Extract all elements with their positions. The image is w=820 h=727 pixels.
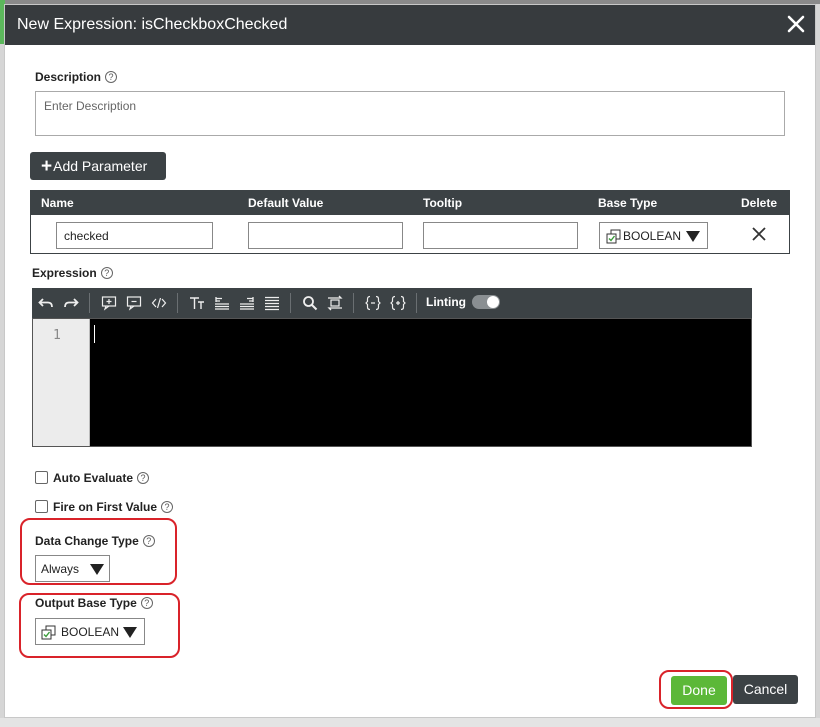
- justify-icon[interactable]: [264, 295, 280, 311]
- description-label: Description: [35, 70, 102, 84]
- help-icon[interactable]: ?: [100, 267, 113, 279]
- help-icon[interactable]: ?: [142, 535, 155, 547]
- boolean-type-icon: [41, 625, 56, 640]
- boolean-type-icon: [606, 229, 621, 244]
- column-header-tooltip: Tooltip: [423, 196, 463, 210]
- close-icon[interactable]: [785, 13, 807, 35]
- replace-icon[interactable]: [327, 295, 343, 311]
- parameters-table: Name Default Value Tooltip Base Type Del…: [30, 190, 790, 254]
- dialog-title: New Expression: isCheckboxChecked: [17, 16, 288, 33]
- text-size-icon[interactable]: [189, 295, 205, 311]
- data-change-type-value: Always: [41, 562, 80, 576]
- fire-on-first-value-checkbox[interactable]: [35, 500, 48, 513]
- line-number-gutter: 1: [33, 319, 90, 446]
- undo-icon[interactable]: [38, 295, 54, 311]
- text-cursor: [94, 325, 95, 343]
- auto-evaluate-row: Auto Evaluate?: [35, 471, 150, 485]
- parameter-base-type-select[interactable]: BOOLEAN: [599, 222, 708, 249]
- toolbar-separator: [89, 293, 90, 313]
- column-header-delete: Delete: [741, 196, 778, 210]
- add-parameter-button[interactable]: +Add Parameter: [30, 152, 166, 180]
- output-base-type-select[interactable]: BOOLEAN: [35, 618, 145, 645]
- plus-icon: +: [41, 156, 53, 177]
- toggle-knob: [487, 296, 499, 308]
- redo-icon[interactable]: [63, 295, 79, 311]
- background-bottom: [0, 718, 820, 727]
- description-label-row: Description?: [35, 69, 118, 84]
- search-icon[interactable]: [302, 295, 318, 311]
- line-number: 1: [53, 328, 61, 343]
- fire-on-first-value-label: Fire on First Value: [53, 500, 158, 514]
- help-icon[interactable]: ?: [137, 472, 150, 484]
- done-button[interactable]: Done: [671, 676, 727, 705]
- editor-toolbar: Linting: [32, 288, 752, 318]
- description-input[interactable]: [35, 91, 785, 136]
- data-change-type-label-row: Data Change Type?: [35, 534, 155, 548]
- toolbar-separator: [290, 293, 291, 313]
- parameter-name-input[interactable]: [56, 222, 213, 249]
- remove-comment-icon[interactable]: [126, 295, 142, 311]
- help-icon[interactable]: ?: [105, 71, 118, 83]
- column-header-base-type: Base Type: [598, 196, 658, 210]
- column-header-default-value: Default Value: [248, 196, 324, 210]
- data-change-type-label: Data Change Type: [35, 534, 139, 548]
- auto-evaluate-label: Auto Evaluate: [53, 471, 134, 485]
- expression-label-row: Expression?: [32, 265, 113, 280]
- output-base-type-label-row: Output Base Type?: [35, 596, 153, 610]
- toolbar-separator: [353, 293, 354, 313]
- fire-on-first-value-row: Fire on First Value?: [35, 500, 174, 514]
- parameter-tooltip-input[interactable]: [423, 222, 578, 249]
- expression-dialog: New Expression: isCheckboxChecked Descri…: [4, 4, 816, 718]
- chevron-down-icon: [90, 564, 104, 575]
- toolbar-separator: [416, 293, 417, 313]
- linting-toggle[interactable]: [472, 295, 500, 309]
- output-base-type-value: BOOLEAN: [61, 625, 120, 639]
- dialog-titlebar: New Expression: isCheckboxChecked: [5, 5, 815, 45]
- unfold-icon[interactable]: [390, 295, 406, 311]
- parameter-default-value-input[interactable]: [248, 222, 403, 249]
- delete-parameter-icon[interactable]: [751, 226, 767, 242]
- fold-icon[interactable]: [365, 295, 381, 311]
- help-icon[interactable]: ?: [161, 501, 174, 513]
- parameters-header: Name Default Value Tooltip Base Type Del…: [31, 191, 789, 215]
- cancel-button[interactable]: Cancel: [733, 675, 798, 704]
- chevron-down-icon: [686, 231, 700, 242]
- toolbar-separator: [177, 293, 178, 313]
- add-parameter-label: Add Parameter: [53, 158, 148, 174]
- align-left-icon[interactable]: [214, 295, 230, 311]
- add-comment-icon[interactable]: [101, 295, 117, 311]
- data-change-type-select[interactable]: Always: [35, 555, 110, 582]
- auto-evaluate-checkbox[interactable]: [35, 471, 48, 484]
- align-right-icon[interactable]: [239, 295, 255, 311]
- parameter-base-type-value: BOOLEAN: [623, 229, 682, 243]
- expression-label: Expression: [32, 266, 97, 280]
- column-header-name: Name: [41, 196, 74, 210]
- linting-label: Linting: [426, 295, 466, 309]
- output-base-type-label: Output Base Type: [35, 596, 137, 610]
- help-icon[interactable]: ?: [140, 597, 153, 609]
- chevron-down-icon: [123, 627, 137, 638]
- code-tag-icon[interactable]: [151, 295, 167, 311]
- code-editor[interactable]: 1: [32, 318, 752, 447]
